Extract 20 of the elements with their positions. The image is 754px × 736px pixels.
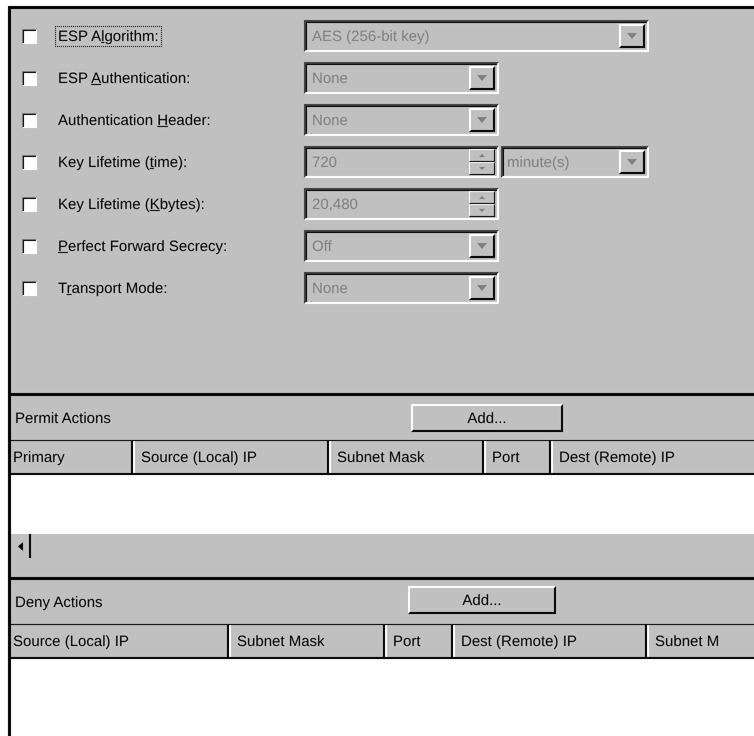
column-header[interactable]: Source (Local) IP bbox=[133, 441, 329, 473]
setting-label: Key Lifetime (time): bbox=[57, 152, 188, 172]
setting-label: ESP Authentication: bbox=[57, 68, 192, 88]
column-header[interactable]: Port bbox=[484, 441, 551, 473]
setting-label: ESP Algorithm: bbox=[55, 26, 162, 46]
setting-label: Perfect Forward Secrecy: bbox=[57, 236, 228, 256]
setting-label: Authentication Header: bbox=[57, 110, 212, 130]
column-header[interactable]: Subnet Mask bbox=[229, 625, 385, 657]
add-button[interactable]: Add... bbox=[411, 404, 563, 432]
column-header[interactable]: Port bbox=[385, 625, 453, 657]
horizontal-scrollbar[interactable] bbox=[11, 533, 754, 559]
add-button[interactable]: Add... bbox=[408, 586, 556, 614]
setting-label: Key Lifetime (Kbytes): bbox=[57, 194, 206, 214]
setting-label: Transport Mode: bbox=[57, 278, 168, 298]
section-title: Deny Actions bbox=[14, 594, 103, 610]
section-title: Permit Actions bbox=[14, 410, 111, 426]
column-header[interactable]: Dest (Remote) IP bbox=[453, 625, 647, 657]
column-header[interactable]: Subnet Mask bbox=[329, 441, 484, 473]
column-header[interactable]: Primary bbox=[11, 441, 133, 473]
column-header[interactable]: Source (Local) IP bbox=[11, 625, 229, 657]
